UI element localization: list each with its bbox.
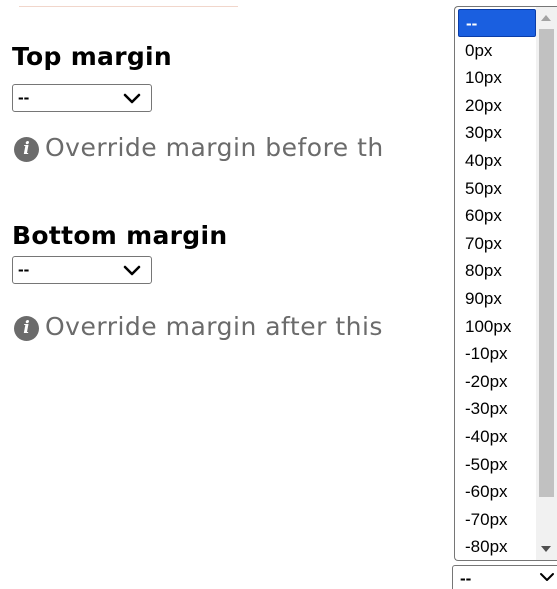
- dropdown-option[interactable]: -20px: [458, 368, 536, 396]
- top-margin-label: Top margin: [12, 42, 173, 71]
- bottom-margin-select[interactable]: --: [12, 256, 152, 284]
- dropdown-option[interactable]: 50px: [458, 175, 536, 203]
- chevron-down-icon: [123, 93, 141, 104]
- dropdown-option[interactable]: 80px: [458, 257, 536, 285]
- bottom-margin-help: i Override margin after this: [14, 312, 383, 342]
- dropdown-option[interactable]: -30px: [458, 395, 536, 423]
- dropdown-option[interactable]: -50px: [458, 451, 536, 479]
- dropdown-option[interactable]: 70px: [458, 230, 536, 258]
- dropdown-option[interactable]: 60px: [458, 202, 536, 230]
- divider: [19, 6, 238, 7]
- top-margin-help: i Override margin before th: [14, 133, 384, 163]
- dropdown-option[interactable]: --: [458, 9, 536, 37]
- info-icon: i: [14, 316, 39, 341]
- dropdown-option[interactable]: -40px: [458, 423, 536, 451]
- dropdown-option[interactable]: 100px: [458, 313, 536, 341]
- dropdown-option[interactable]: 30px: [458, 119, 536, 147]
- dropdown-option[interactable]: -70px: [458, 506, 536, 534]
- dropdown-option[interactable]: 20px: [458, 92, 536, 120]
- dropdown-option[interactable]: -10px: [458, 340, 536, 368]
- top-margin-select-value: --: [18, 88, 30, 107]
- dropdown-option[interactable]: -80px: [458, 533, 536, 560]
- margin-dropdown-list[interactable]: -- 0px 10px 20px 30px 40px 50px 60px 70px 80px 90p…: [454, 6, 557, 561]
- margin-select[interactable]: --: [452, 565, 557, 589]
- dropdown-option[interactable]: 10px: [458, 64, 536, 92]
- dropdown-option[interactable]: -60px: [458, 478, 536, 506]
- info-icon: i: [14, 137, 39, 162]
- bottom-margin-select-value: --: [18, 260, 30, 279]
- scroll-down-arrow-icon[interactable]: [541, 546, 551, 552]
- scroll-up-arrow-icon[interactable]: [541, 15, 551, 21]
- dropdown-option[interactable]: 90px: [458, 285, 536, 313]
- dropdown-scrollbar[interactable]: [536, 7, 557, 560]
- chevron-down-icon: [123, 265, 141, 276]
- top-margin-select[interactable]: --: [12, 84, 152, 112]
- dropdown-option[interactable]: 40px: [458, 147, 536, 175]
- bottom-margin-label: Bottom margin: [12, 221, 228, 250]
- chevron-down-icon: [540, 573, 554, 581]
- dropdown-option[interactable]: 0px: [458, 37, 536, 65]
- scrollbar-thumb[interactable]: [539, 29, 554, 497]
- bottom-margin-help-text: Override margin after this: [45, 312, 383, 341]
- margin-select-value: --: [460, 569, 472, 588]
- top-margin-help-text: Override margin before th: [45, 133, 384, 162]
